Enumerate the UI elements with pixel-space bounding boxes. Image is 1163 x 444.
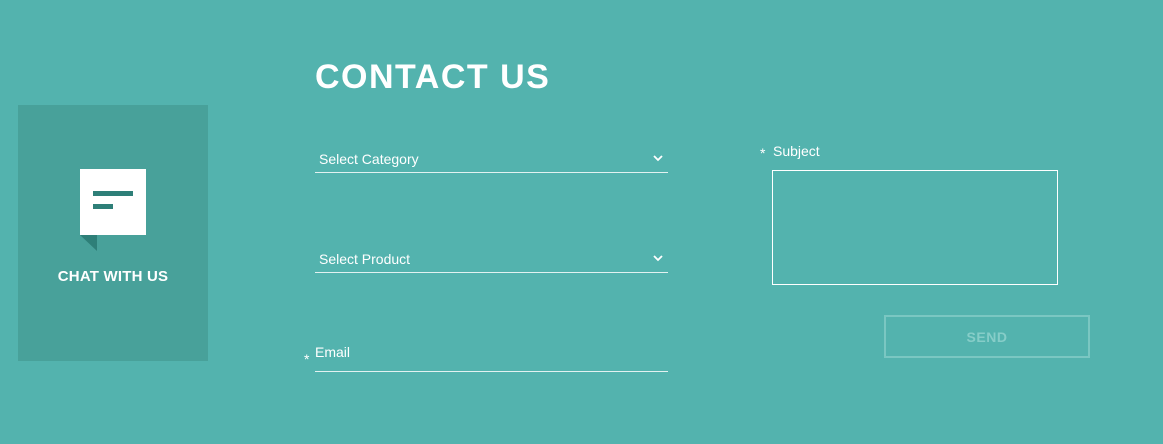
email-field[interactable]	[315, 342, 668, 371]
chat-with-us-card[interactable]: CHAT WITH US	[18, 105, 208, 361]
product-select[interactable]: Select Product	[315, 248, 668, 273]
page-title: CONTACT US	[315, 58, 551, 96]
subject-label: Subject	[773, 143, 820, 159]
chat-with-us-label: CHAT WITH US	[57, 268, 169, 285]
chat-bubble-icon	[80, 169, 146, 251]
send-button[interactable]: SEND	[884, 315, 1090, 358]
subject-textarea[interactable]	[772, 170, 1058, 285]
chevron-down-icon	[653, 255, 663, 262]
chevron-down-icon	[653, 155, 663, 162]
category-select[interactable]: Select Category	[315, 148, 668, 173]
email-field-container	[315, 342, 668, 372]
email-required-marker: *	[304, 351, 310, 367]
product-select-value: Select Product	[319, 251, 411, 267]
subject-required-marker: *	[760, 145, 766, 161]
category-select-value: Select Category	[319, 151, 419, 167]
